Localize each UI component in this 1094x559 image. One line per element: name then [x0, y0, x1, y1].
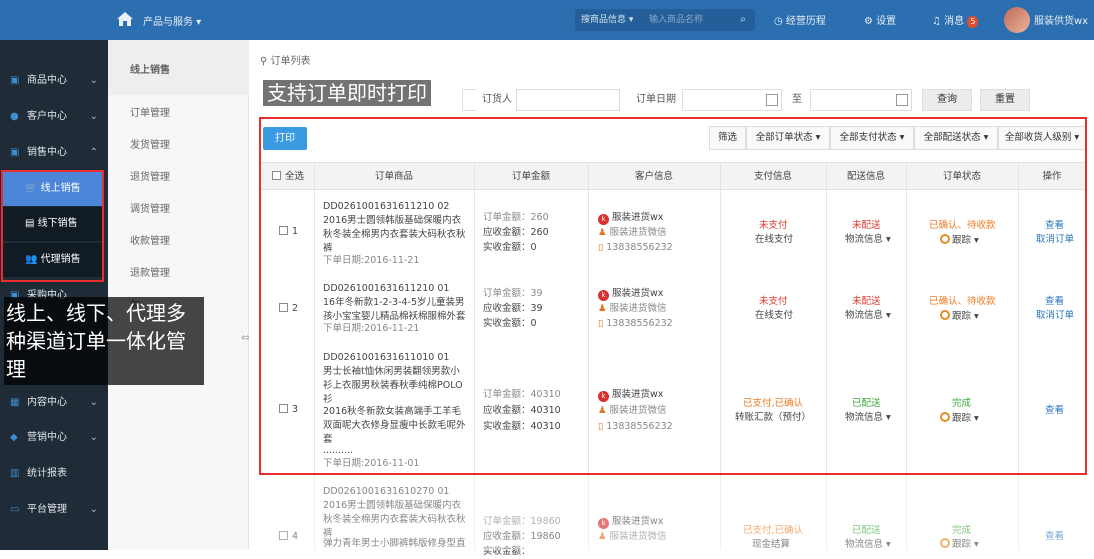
highlight-frame-left	[1, 170, 104, 282]
cart-icon: ▣	[10, 75, 20, 86]
tag-icon: ◆	[10, 432, 18, 443]
date-label: 订单日期	[636, 94, 676, 105]
chevron-down-icon: ⌄	[89, 432, 98, 443]
sidebar-item-customers[interactable]: ● 客户中心 ⌄	[0, 99, 108, 135]
home-icon[interactable]	[116, 11, 134, 27]
menu-shipping[interactable]: 发货管理	[130, 136, 170, 151]
messages-link[interactable]: ♫ 消息 5	[932, 12, 979, 28]
clock-icon: ◷	[774, 16, 786, 27]
history-link[interactable]: ◷ 经营历程	[774, 12, 826, 27]
chart-icon: ▥	[10, 468, 20, 479]
gear-icon: ⚙	[864, 16, 877, 27]
chevron-down-icon: ⌄	[89, 504, 98, 515]
user-name[interactable]: 服装供货wx	[1034, 12, 1088, 27]
secondary-menu: 线上销售 订单管理 发货管理 退货管理 调货管理 收款管理 退款管理 欠	[108, 40, 249, 550]
date-to-input[interactable]	[810, 89, 912, 111]
sidebar-item-reports[interactable]: ▥ 统计报表	[0, 456, 108, 492]
cart-icon: ▣	[10, 147, 20, 158]
annotation-left: 线上、线下、代理多种渠道订单一体化管理	[4, 297, 204, 385]
search-type-select[interactable]: 搜商品信息 ▾	[575, 9, 643, 31]
sidebar-item-sales[interactable]: ▣ 销售中心 ⌃	[0, 135, 108, 171]
chevron-up-icon: ⌃	[89, 147, 98, 158]
search-button[interactable]: ⌕	[731, 9, 755, 31]
menu-refunds[interactable]: 退款管理	[130, 264, 170, 279]
monitor-icon: ▭	[10, 504, 20, 515]
doc-icon: ▦	[10, 397, 20, 408]
sidebar-item-platform[interactable]: ▭ 平台管理 ⌄	[0, 492, 108, 528]
message-count-badge: 5	[967, 16, 979, 28]
query-button[interactable]: 查询	[922, 89, 972, 111]
search-icon: ⌕	[740, 14, 746, 25]
location-icon: ⚲	[260, 56, 271, 67]
date-from-input[interactable]	[682, 89, 782, 111]
highlight-frame-right	[259, 117, 1087, 475]
avatar[interactable]	[1004, 7, 1030, 33]
menu-order-management[interactable]: 订单管理	[130, 104, 170, 119]
bell-icon: ♫	[932, 16, 945, 27]
breadcrumb: ⚲ 订单列表	[260, 56, 311, 67]
sidebar-item-content[interactable]: ▦ 内容中心 ⌄	[0, 385, 108, 421]
menu-payments[interactable]: 收款管理	[130, 232, 170, 247]
settings-link[interactable]: ⚙ 设置	[864, 12, 896, 27]
person-icon: ●	[10, 111, 19, 122]
calendar-icon	[766, 94, 778, 106]
secondary-menu-title: 线上销售	[130, 65, 170, 76]
products-services-menu[interactable]: 产品与服务 ▾	[143, 13, 201, 28]
sidebar-item-marketing[interactable]: ◆ 营销中心 ⌄	[0, 420, 108, 456]
chevron-down-icon: ⌄	[89, 397, 98, 408]
reset-button[interactable]: 重置	[980, 89, 1030, 111]
chevron-down-icon: ⌄	[89, 75, 98, 86]
chevron-down-icon: ⌄	[89, 111, 98, 122]
calendar-icon	[896, 94, 908, 106]
sidebar-item-products[interactable]: ▣ 商品中心 ⌄	[0, 63, 108, 99]
buyer-label: 订货人	[482, 94, 512, 105]
menu-returns[interactable]: 退货管理	[130, 168, 170, 183]
to-label: 至	[792, 94, 802, 105]
menu-transfers[interactable]: 调货管理	[130, 200, 170, 215]
search-input[interactable]: 输入商品名称	[643, 9, 731, 31]
annotation-top: 支持订单即时打印	[263, 80, 431, 106]
buyer-input[interactable]	[516, 89, 620, 111]
